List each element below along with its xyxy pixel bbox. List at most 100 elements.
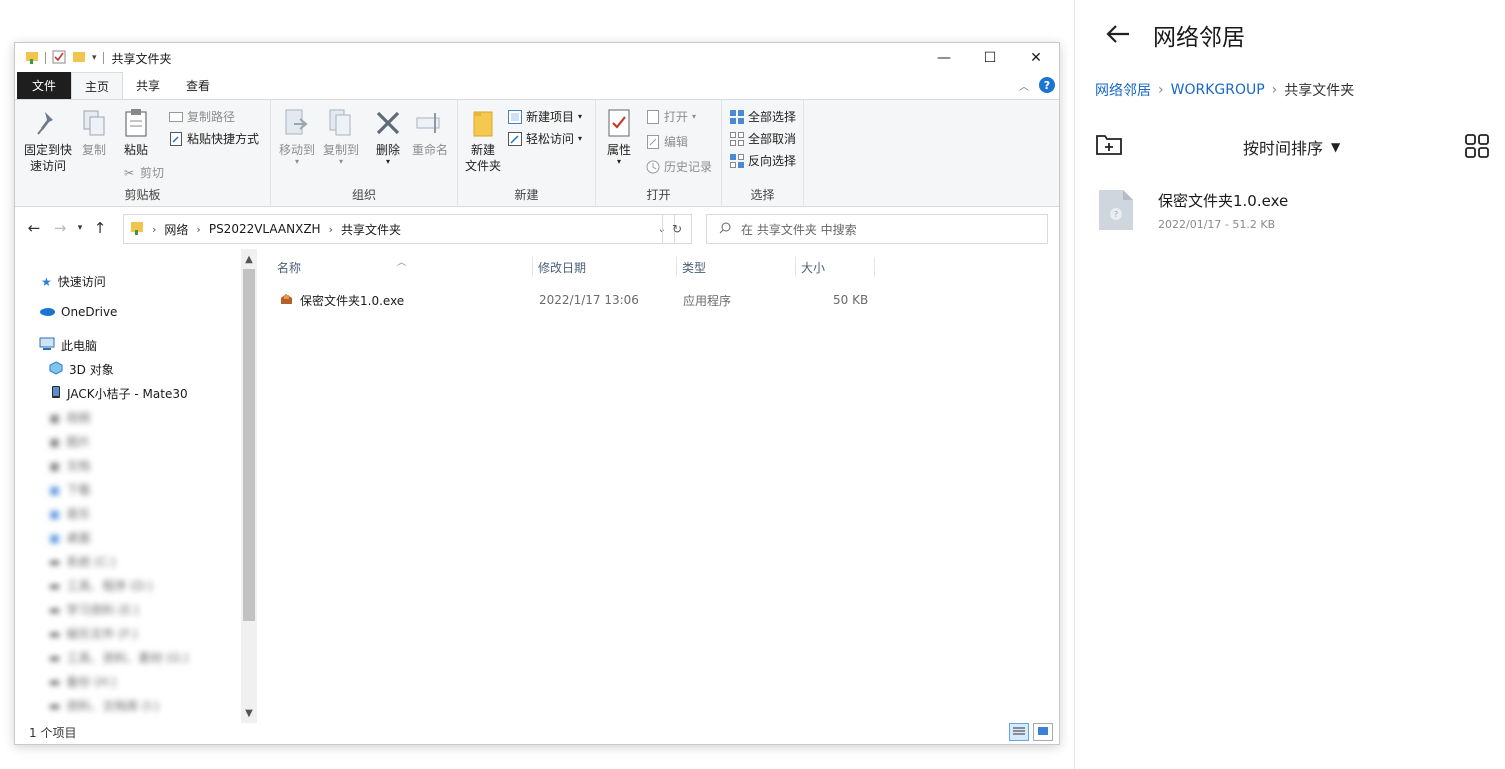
customize-dropdown-icon[interactable]: ▾ (92, 53, 97, 63)
new-group: 新建 文件夹 新建项目 ▾ 轻松访问 ▾ 新建 (458, 100, 596, 207)
scroll-down-icon[interactable]: ▼ (241, 705, 257, 721)
copy-to-button[interactable]: 复制到 ▾ (321, 106, 361, 166)
nav-phone[interactable]: JACK小桔子 - Mate30 (51, 385, 188, 402)
cut-label: 剪切 (140, 166, 165, 180)
panel-title: 网络邻居 (1153, 25, 1245, 51)
breadcrumb-separator-icon: › (196, 222, 201, 236)
delete-button[interactable]: 删除 ▾ (371, 106, 405, 166)
tab-home[interactable]: 主页 (71, 72, 124, 99)
file-name: 保密文件夹1.0.exe (1158, 192, 1289, 210)
easy-access-label: 轻松访问 (526, 132, 575, 146)
nav-this-pc[interactable]: 此电脑 (39, 337, 97, 354)
sort-selector[interactable]: 按时间排序 ▼ (1243, 135, 1340, 159)
cut-button[interactable]: ✂ 剪切 (122, 164, 164, 181)
table-row[interactable]: 保密文件夹1.0.exe 2022/1/17 13:06 应用程序 50 KB (273, 289, 893, 311)
list-item[interactable]: ? 保密文件夹1.0.exe 2022/01/17 - 51.2 KB (1095, 186, 1485, 236)
minimize-button[interactable]: — (921, 43, 967, 73)
address-bar[interactable]: › 网络 › PS2022VLAANXZH › 共享文件夹 ⌄ (123, 214, 675, 244)
breadcrumb-shared-folder[interactable]: 共享文件夹 (341, 221, 401, 238)
title-bar[interactable]: ▾ 共享文件夹 — ☐ ✕ (15, 43, 1059, 73)
nav-blurred-item[interactable]: ▣ 桌面 (49, 529, 90, 546)
maximize-button[interactable]: ☐ (967, 43, 1013, 73)
edit-button[interactable]: 编辑 (646, 133, 688, 150)
column-header-type[interactable]: 类型 (678, 257, 796, 277)
nav-blurred-label: 图片 (66, 435, 91, 449)
nav-blurred-item[interactable]: ▬ 工具、资料、素材 (G:) (49, 649, 189, 666)
nav-3d-objects[interactable]: 3D 对象 (49, 361, 114, 378)
drive-icon: ▬ (49, 698, 61, 713)
open-button[interactable]: 打开 ▾ (646, 108, 696, 125)
invert-selection-button[interactable]: 反向选择 (730, 152, 796, 169)
nav-blurred-item[interactable]: ▣ 下载 (49, 481, 90, 498)
recent-locations-icon[interactable]: ▾ (73, 223, 87, 233)
refresh-button[interactable]: ↻ (662, 214, 692, 244)
large-icons-view-icon (1037, 725, 1049, 739)
help-icon[interactable]: ? (1039, 77, 1055, 93)
new-folder-button[interactable]: 新建 文件夹 (462, 106, 504, 174)
nav-onedrive[interactable]: OneDrive (39, 305, 117, 319)
file-type: 应用程序 (683, 293, 732, 308)
copy-path-button[interactable]: 复制路径 (169, 108, 235, 125)
column-header-name[interactable]: ︿ 名称 (273, 257, 533, 277)
properties-button[interactable]: 属性 ▾ (602, 106, 636, 166)
add-folder-button[interactable] (1095, 132, 1123, 158)
breadcrumb-workgroup[interactable]: WORKGROUP (1171, 82, 1265, 98)
back-arrow-icon[interactable]: ← (21, 219, 47, 237)
move-to-button[interactable]: 移动到 ▾ (277, 106, 317, 166)
paste-shortcut-button[interactable]: 粘贴快捷方式 (169, 130, 259, 147)
search-box[interactable]: 在 共享文件夹 中搜索 (706, 214, 1048, 244)
tab-file[interactable]: 文件 (17, 72, 71, 99)
details-view-button[interactable] (1009, 723, 1029, 741)
folder-pin-icon[interactable] (25, 49, 39, 68)
copy-button[interactable]: 复制 (77, 106, 111, 158)
move-to-label: 移动到 (278, 143, 315, 157)
back-button[interactable] (1103, 20, 1133, 50)
window-title: 共享文件夹 (111, 51, 172, 66)
select-group: 全部选择 全部取消 反向选择 选择 (722, 100, 804, 207)
nav-blurred-item[interactable]: ▬ 娱乐文件 (F:) (49, 625, 138, 642)
tab-share[interactable]: 共享 (123, 72, 173, 99)
organize-group: 移动到 ▾ 复制到 ▾ 删除 ▾ 重命名 组织 (271, 100, 458, 207)
nav-blurred-item[interactable]: ▬ 学习资料 (E:) (49, 601, 139, 618)
quick-access-toolbar: ▾ (15, 43, 104, 73)
new-item-button[interactable]: 新建项目 ▾ (508, 108, 582, 125)
nav-blurred-item[interactable]: ▣ 音乐 (49, 505, 90, 522)
rename-button[interactable]: 重命名 (409, 106, 451, 158)
pin-to-quick-access-button[interactable]: 固定到快 速访问 (21, 106, 75, 174)
select-all-button[interactable]: 全部选择 (730, 108, 796, 125)
nav-blurred-item[interactable]: ▬ 工具、程序 (D:) (49, 577, 153, 594)
breadcrumb-network-neighbors[interactable]: 网络邻居 (1095, 80, 1151, 100)
collapse-ribbon-icon[interactable]: ︿ (1019, 78, 1029, 93)
nav-blurred-label: 资料、文档库 (I:) (66, 699, 160, 713)
close-button[interactable]: ✕ (1013, 43, 1059, 73)
nav-blurred-item[interactable]: ▬ 系统 (C:) (49, 553, 116, 570)
properties-check-icon[interactable] (52, 50, 66, 67)
forward-arrow-icon[interactable]: → (47, 219, 73, 237)
nav-blurred-item[interactable]: ▬ 资料、文档库 (I:) (49, 697, 159, 714)
column-header-modified[interactable]: 修改日期 (534, 257, 677, 277)
column-header-modified-label: 修改日期 (538, 260, 587, 275)
grid-view-button[interactable] (1464, 133, 1490, 159)
nav-scroll-thumb[interactable] (243, 269, 255, 621)
invert-selection-icon (730, 153, 744, 168)
nav-blurred-item[interactable]: ▣ 视频 (49, 409, 90, 426)
easy-access-button[interactable]: 轻松访问 ▾ (508, 130, 582, 147)
column-header-size[interactable]: 大小 (797, 257, 875, 277)
scroll-up-icon[interactable]: ▲ (241, 251, 257, 267)
nav-quick-access[interactable]: ★ 快速访问 (41, 273, 106, 290)
new-folder-quick-icon[interactable] (72, 50, 86, 67)
up-arrow-icon[interactable]: ↑ (87, 219, 113, 237)
nav-blurred-item[interactable]: ▬ 备份 (H:) (49, 673, 117, 690)
large-icons-view-button[interactable] (1033, 723, 1053, 741)
breadcrumb-network[interactable]: 网络 (164, 221, 188, 238)
paste-button[interactable]: 粘贴 (119, 106, 153, 158)
select-none-button[interactable]: 全部取消 (730, 130, 796, 147)
nav-phone-label: JACK小桔子 - Mate30 (67, 387, 188, 401)
paste-label: 粘贴 (123, 143, 148, 157)
nav-blurred-item[interactable]: ▣ 图片 (49, 433, 90, 450)
breadcrumb-host[interactable]: PS2022VLAANXZH (209, 222, 321, 236)
tab-view[interactable]: 查看 (173, 72, 223, 99)
delete-dropdown-icon: ▾ (385, 157, 390, 166)
nav-blurred-item[interactable]: ▣ 文档 (49, 457, 90, 474)
history-button[interactable]: 历史记录 (646, 158, 712, 175)
